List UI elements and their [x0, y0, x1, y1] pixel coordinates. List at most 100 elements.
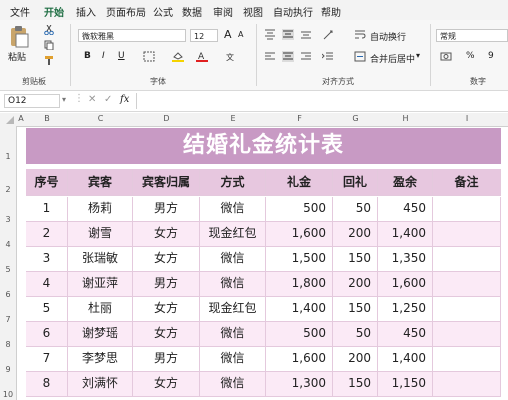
cell-notes[interactable] [433, 272, 501, 297]
cell-guest-side[interactable]: 女方 [133, 297, 200, 322]
cell-notes[interactable] [433, 322, 501, 347]
cell-surplus[interactable]: 1,150 [378, 372, 433, 397]
cell-notes[interactable] [433, 222, 501, 247]
cell-return-gift[interactable]: 200 [333, 222, 378, 247]
column-header-f[interactable]: F [266, 114, 333, 123]
header-cell-return-gift[interactable]: 回礼 [333, 169, 378, 196]
row-header-1[interactable]: 1 [0, 152, 16, 161]
merge-center-button[interactable]: 合并后居中 [370, 52, 415, 65]
cell-guest-side[interactable]: 女方 [133, 222, 200, 247]
cell-gift-amount[interactable]: 1,400 [266, 297, 333, 322]
cell-return-gift[interactable]: 200 [333, 272, 378, 297]
number-format-select[interactable]: 常规 [436, 29, 508, 42]
cell-method[interactable]: 微信 [200, 272, 266, 297]
cell-notes[interactable] [433, 297, 501, 322]
font-color-icon[interactable]: A [196, 51, 208, 62]
cell-surplus[interactable]: 450 [378, 197, 433, 222]
border-icon[interactable] [143, 51, 155, 62]
orientation-icon[interactable] [322, 29, 334, 40]
align-right-icon[interactable] [300, 51, 312, 62]
copy-icon[interactable] [44, 40, 54, 51]
header-cell-gift-amount[interactable]: 礼金 [266, 169, 333, 196]
row-header-6[interactable]: 6 [0, 290, 16, 299]
menu-file[interactable]: 文件 [10, 4, 30, 19]
cell-seq[interactable]: 3 [26, 247, 68, 272]
font-name-select[interactable]: 微软雅黑 [78, 29, 186, 42]
header-cell-guest-side[interactable]: 宾客归属 [133, 169, 200, 196]
percent-button[interactable]: % [466, 51, 475, 61]
select-all-corner[interactable] [0, 113, 16, 126]
cell-method[interactable]: 微信 [200, 197, 266, 222]
cell-return-gift[interactable]: 50 [333, 197, 378, 222]
cell-gift-amount[interactable]: 1,800 [266, 272, 333, 297]
cell-guest-side[interactable]: 男方 [133, 347, 200, 372]
column-header-d[interactable]: D [133, 114, 200, 123]
align-left-icon[interactable] [264, 51, 276, 62]
cell-method[interactable]: 微信 [200, 322, 266, 347]
cell-guest[interactable]: 谢亚萍 [68, 272, 133, 297]
align-center-icon[interactable] [282, 51, 294, 62]
row-header-2[interactable]: 2 [0, 185, 16, 194]
cell-guest[interactable]: 张瑞敏 [68, 247, 133, 272]
name-box[interactable]: O12 [4, 94, 60, 108]
indent-icon[interactable] [321, 51, 334, 62]
column-header-g[interactable]: G [333, 114, 378, 123]
cell-return-gift[interactable]: 150 [333, 247, 378, 272]
cell-gift-amount[interactable]: 1,600 [266, 347, 333, 372]
column-header-a[interactable]: A [16, 114, 26, 123]
cell-guest-side[interactable]: 女方 [133, 247, 200, 272]
merge-center-icon[interactable] [354, 51, 366, 62]
cell-guest[interactable]: 杜丽 [68, 297, 133, 322]
row-header-10[interactable]: 10 [0, 390, 16, 399]
cell-method[interactable]: 现金红包 [200, 222, 266, 247]
cell-seq[interactable]: 8 [26, 372, 68, 397]
menu-page-layout[interactable]: 页面布局 [106, 4, 146, 19]
wrap-text-button[interactable]: 自动换行 [370, 30, 406, 43]
menu-insert[interactable]: 插入 [76, 4, 96, 19]
cut-icon[interactable] [44, 24, 54, 36]
comma-button[interactable]: 9 [488, 51, 494, 61]
cell-guest[interactable]: 谢雪 [68, 222, 133, 247]
paste-button[interactable]: 粘贴 [8, 50, 26, 63]
cell-notes[interactable] [433, 347, 501, 372]
column-header-h[interactable]: H [378, 114, 433, 123]
function-icon[interactable]: fx [120, 94, 129, 105]
cell-notes[interactable] [433, 197, 501, 222]
menu-data[interactable]: 数据 [182, 4, 202, 19]
menu-view[interactable]: 视图 [243, 4, 263, 19]
align-middle-icon[interactable] [282, 29, 294, 40]
column-header-b[interactable]: B [26, 114, 68, 123]
cell-gift-amount[interactable]: 1,600 [266, 222, 333, 247]
wrap-text-icon[interactable] [354, 29, 366, 40]
cell-method[interactable]: 微信 [200, 247, 266, 272]
cell-gift-amount[interactable]: 1,500 [266, 247, 333, 272]
bold-button[interactable]: B [84, 51, 91, 61]
cell-seq[interactable]: 7 [26, 347, 68, 372]
cell-guest[interactable]: 谢梦瑶 [68, 322, 133, 347]
header-cell-surplus[interactable]: 盈余 [378, 169, 433, 196]
format-painter-icon[interactable] [44, 55, 54, 65]
cell-guest[interactable]: 杨莉 [68, 197, 133, 222]
cell-surplus[interactable]: 450 [378, 322, 433, 347]
header-cell-seq[interactable]: 序号 [26, 169, 68, 196]
cell-method[interactable]: 微信 [200, 372, 266, 397]
header-cell-method[interactable]: 方式 [200, 169, 266, 196]
cell-seq[interactable]: 6 [26, 322, 68, 347]
row-header-9[interactable]: 9 [0, 365, 16, 374]
enter-icon[interactable]: ✓ [104, 94, 112, 105]
menu-review[interactable]: 审阅 [213, 4, 233, 19]
column-header-i[interactable]: I [433, 114, 501, 123]
cell-seq[interactable]: 5 [26, 297, 68, 322]
row-header-5[interactable]: 5 [0, 265, 16, 274]
cell-return-gift[interactable]: 150 [333, 372, 378, 397]
menu-formulas[interactable]: 公式 [153, 4, 173, 19]
cell-seq[interactable]: 1 [26, 197, 68, 222]
header-cell-guest[interactable]: 宾客 [68, 169, 133, 196]
cell-return-gift[interactable]: 50 [333, 322, 378, 347]
fill-color-icon[interactable] [172, 51, 184, 62]
cell-method[interactable]: 现金红包 [200, 297, 266, 322]
cell-return-gift[interactable]: 150 [333, 297, 378, 322]
italic-button[interactable]: I [102, 51, 105, 61]
cell-method[interactable]: 微信 [200, 347, 266, 372]
cell-surplus[interactable]: 1,600 [378, 272, 433, 297]
